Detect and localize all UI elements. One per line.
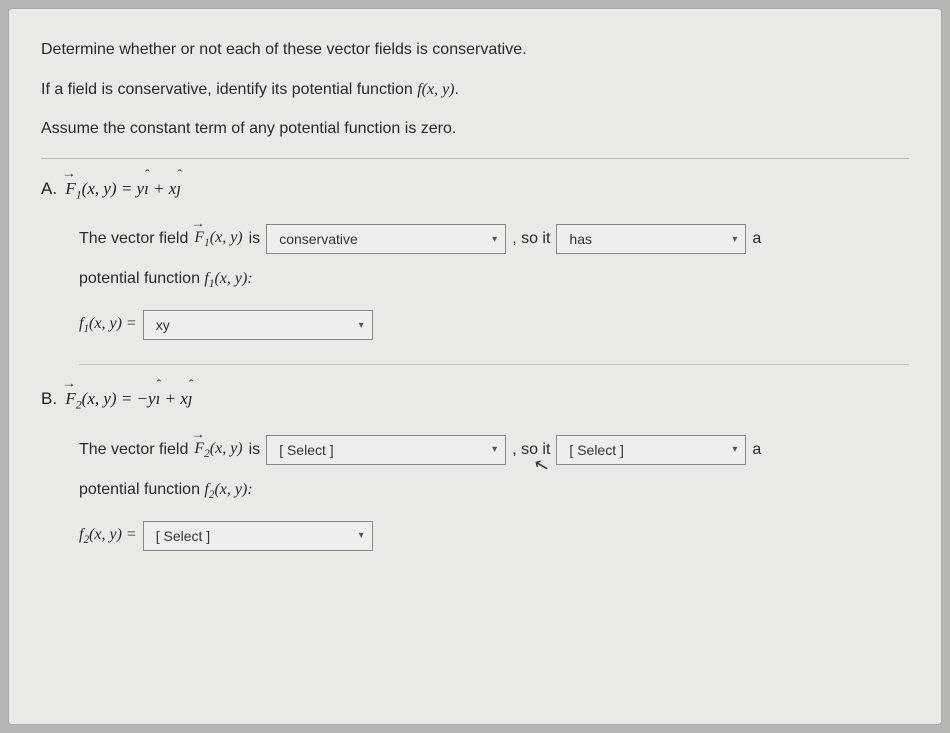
- intro-line-2: If a field is conservative, identify its…: [41, 77, 909, 103]
- chevron-down-icon: ▾: [359, 530, 364, 541]
- part-b-equation: f2(x, y) = [ Select ] ▾: [79, 521, 909, 551]
- divider: [41, 158, 909, 159]
- part-a-potential-line: potential function f1(x, y):: [79, 270, 909, 290]
- part-b-heading: B. F2(x, y) = −yı + xȷ: [41, 389, 909, 412]
- part-b-select-answer[interactable]: [ Select ] ▾: [143, 521, 373, 551]
- part-a-select-answer[interactable]: xy ▾: [143, 310, 373, 340]
- intro-line-3: Assume the constant term of any potentia…: [41, 116, 909, 142]
- chevron-down-icon: ▾: [732, 444, 737, 455]
- part-a-equation: f1(x, y) = xy ▾: [79, 310, 909, 340]
- chevron-down-icon: ▾: [492, 234, 497, 245]
- part-a-sentence: The vector field F1(x, y) is conservativ…: [79, 224, 909, 254]
- chevron-down-icon: ▾: [732, 234, 737, 245]
- question-card: Determine whether or not each of these v…: [8, 8, 942, 725]
- part-a-select-conservative[interactable]: conservative ▾: [266, 224, 506, 254]
- part-b-potential-line: potential function f2(x, y):: [79, 481, 909, 501]
- part-a: A. F1(x, y) = yı + xȷ The vector field F…: [41, 179, 909, 341]
- part-a-heading: A. F1(x, y) = yı + xȷ: [41, 179, 909, 202]
- chevron-down-icon: ▾: [492, 444, 497, 455]
- divider-ab: [79, 364, 909, 365]
- part-b-select-conservative[interactable]: [ Select ] ▾: [266, 435, 506, 465]
- intro-line-1: Determine whether or not each of these v…: [41, 37, 909, 63]
- part-b: B. F2(x, y) = −yı + xȷ The vector field …: [41, 389, 909, 551]
- part-a-f1: F1(x, y): [194, 229, 242, 249]
- part-b-select-has[interactable]: [ Select ] ▾: [556, 435, 746, 465]
- chevron-down-icon: ▾: [359, 320, 364, 331]
- part-b-sentence: The vector field F2(x, y) is [ Select ] …: [79, 435, 909, 465]
- intro-block: Determine whether or not each of these v…: [41, 37, 909, 142]
- part-a-select-has[interactable]: has ▾: [556, 224, 746, 254]
- part-b-f2: F2(x, y): [194, 440, 242, 460]
